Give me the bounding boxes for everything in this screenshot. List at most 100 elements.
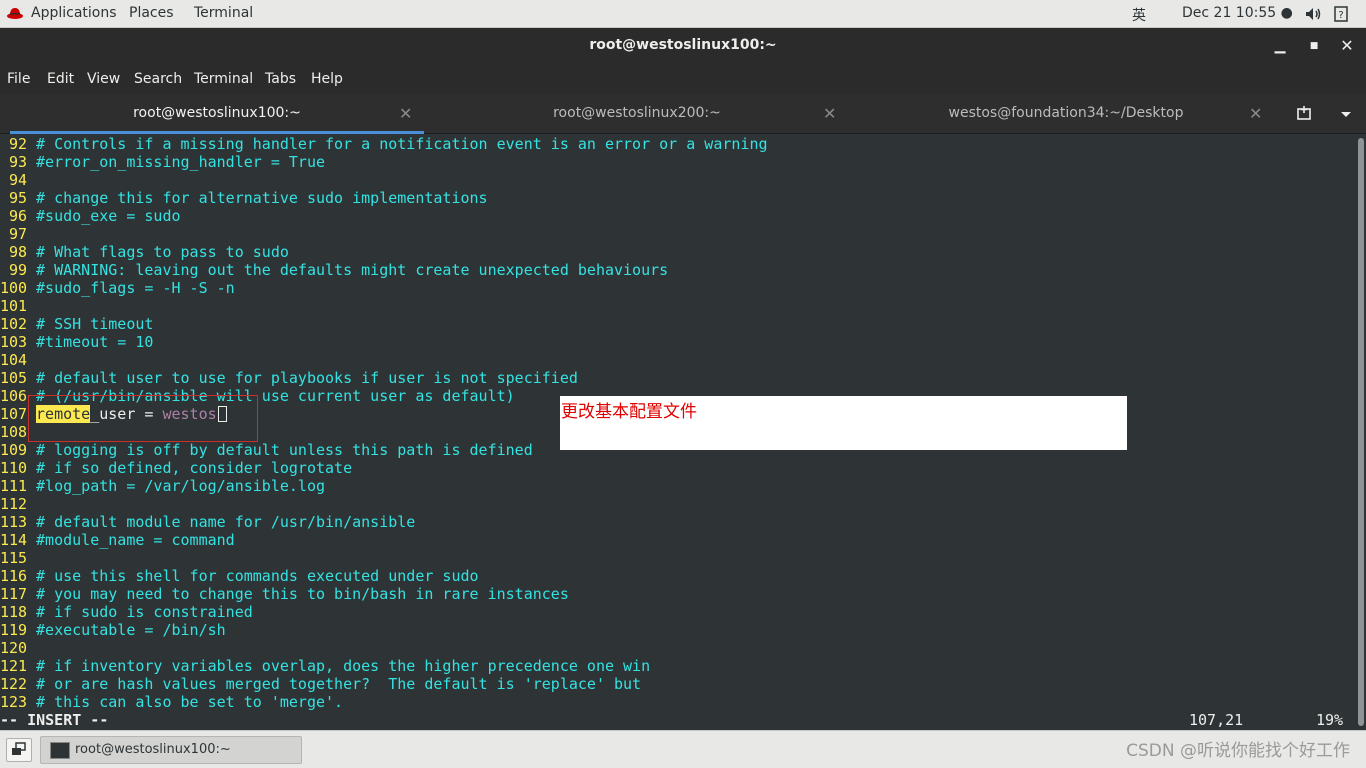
minimize-button[interactable]: ▁ — [1271, 37, 1289, 55]
tab-label: westos@foundation34:~/Desktop — [948, 105, 1184, 121]
menu-edit[interactable]: Edit — [47, 71, 74, 87]
clock[interactable]: Dec 21 10:55 ● — [1182, 5, 1293, 21]
line-number: 101 — [0, 297, 28, 315]
code-line: 111 #log_path = /var/log/ansible.log — [0, 477, 325, 495]
close-tab-icon[interactable]: ✕ — [823, 104, 836, 123]
scroll-percent: 19% — [1316, 711, 1344, 729]
code-line: 94 — [0, 171, 36, 189]
line-number: 96 — [8, 207, 27, 225]
places-menu[interactable]: Places — [129, 5, 174, 21]
line-text: # use this shell for commands executed u… — [36, 567, 479, 585]
code-line: 113 # default module name for /usr/bin/a… — [0, 513, 415, 531]
line-text: # change this for alternative sudo imple… — [36, 189, 488, 207]
line-text: # What flags to pass to sudo — [36, 243, 289, 261]
show-desktop-button[interactable] — [6, 738, 32, 762]
line-text: #error_on_missing_handler = True — [36, 153, 326, 171]
line-number: 116 — [0, 567, 28, 585]
code-line: 122 # or are hash values merged together… — [0, 675, 641, 693]
tab-bar: root@westoslinux100:~ ✕ root@westoslinux… — [0, 94, 1366, 134]
tab-westoslinux100[interactable]: root@westoslinux100:~ ✕ — [10, 94, 424, 134]
line-text: #log_path = /var/log/ansible.log — [36, 477, 326, 495]
code-line: 92 # Controls if a missing handler for a… — [0, 135, 768, 153]
code-line: 109 # logging is off by default unless t… — [0, 441, 533, 459]
tab-foundation34[interactable]: westos@foundation34:~/Desktop ✕ — [850, 94, 1282, 134]
line-number: 121 — [0, 657, 28, 675]
line-number: 122 — [0, 675, 28, 693]
taskbar-window-item[interactable]: root@westoslinux100:~ — [40, 736, 302, 764]
menubar: File Edit View Search Terminal Tabs Help — [0, 64, 1366, 94]
code-line: 120 — [0, 639, 36, 657]
scrollbar-thumb[interactable] — [1358, 138, 1364, 726]
new-tab-icon[interactable] — [1296, 106, 1314, 122]
code-line: 101 — [0, 297, 36, 315]
code-line: 116 # use this shell for commands execut… — [0, 567, 479, 585]
line-text: # Controls if a missing handler for a no… — [36, 135, 768, 153]
menu-help[interactable]: Help — [311, 71, 343, 87]
volume-icon[interactable] — [1305, 7, 1323, 21]
close-window-button[interactable]: ✕ — [1338, 37, 1356, 55]
line-number: 109 — [0, 441, 28, 459]
code-line: 103 #timeout = 10 — [0, 333, 153, 351]
code-line: 119 #executable = /bin/sh — [0, 621, 226, 639]
line-number: 98 — [8, 243, 27, 261]
line-number: 112 — [0, 495, 28, 513]
code-line: 104 — [0, 351, 36, 369]
vim-mode: -- INSERT -- — [0, 711, 109, 729]
menu-search[interactable]: Search — [134, 71, 182, 87]
tab-label: root@westoslinux200:~ — [553, 105, 721, 121]
annotation-note: 更改基本配置文件 — [560, 396, 1127, 450]
line-number: 103 — [0, 333, 28, 351]
line-text: #timeout = 10 — [36, 333, 154, 351]
terminal-icon — [50, 742, 70, 759]
show-desktop-icon — [12, 742, 26, 755]
line-text: # if sudo is constrained — [36, 603, 253, 621]
line-number: 104 — [0, 351, 28, 369]
code-line: 102 # SSH timeout — [0, 315, 153, 333]
line-number: 105 — [0, 369, 28, 387]
line-number: 107 — [0, 405, 28, 423]
tab-list-chevron-down-icon[interactable] — [1340, 111, 1352, 119]
scrollbar[interactable] — [1356, 134, 1366, 730]
line-text: # if inventory variables overlap, does t… — [36, 657, 651, 675]
code-line: 96 #sudo_exe = sudo — [0, 207, 181, 225]
menu-tabs[interactable]: Tabs — [265, 71, 296, 87]
annotation-text: 更改基本配置文件 — [561, 402, 697, 422]
line-text: # WARNING: leaving out the defaults migh… — [36, 261, 669, 279]
line-number: 95 — [8, 189, 27, 207]
line-number: 108 — [0, 423, 28, 441]
applications-menu[interactable]: Applications — [31, 5, 117, 21]
code-line: 99 # WARNING: leaving out the defaults m… — [0, 261, 668, 279]
close-tab-icon[interactable]: ✕ — [399, 104, 412, 123]
line-number: 100 — [0, 279, 28, 297]
maximize-button[interactable]: ■ — [1305, 37, 1323, 55]
terminal-app-menu[interactable]: Terminal — [194, 5, 253, 21]
redhat-logo-icon[interactable] — [7, 6, 23, 20]
line-number: 114 — [0, 531, 28, 549]
tab-westoslinux200[interactable]: root@westoslinux200:~ ✕ — [432, 94, 842, 134]
menu-file[interactable]: File — [7, 71, 30, 87]
code-line: 105 # default user to use for playbooks … — [0, 369, 578, 387]
code-line: 97 — [0, 225, 36, 243]
line-text: # you may need to change this to bin/bas… — [36, 585, 569, 603]
code-line: 123 # this can also be set to 'merge'. — [0, 693, 343, 711]
menu-view[interactable]: View — [87, 71, 120, 87]
line-number: 102 — [0, 315, 28, 333]
highlight-box — [28, 395, 258, 442]
line-number: 97 — [8, 225, 27, 243]
window-titlebar[interactable]: root@westoslinux100:~ ▁ ■ ✕ — [0, 28, 1366, 64]
input-method-indicator[interactable]: 英 — [1132, 5, 1146, 25]
line-number: 94 — [8, 171, 27, 189]
code-line: 114 #module_name = command — [0, 531, 235, 549]
line-text: #executable = /bin/sh — [36, 621, 226, 639]
power-icon[interactable]: ? — [1334, 6, 1348, 22]
line-text: # default user to use for playbooks if u… — [36, 369, 578, 387]
line-number: 106 — [0, 387, 28, 405]
code-line: 110 # if so defined, consider logrotate — [0, 459, 352, 477]
line-number: 99 — [8, 261, 27, 279]
line-number: 93 — [8, 153, 27, 171]
svg-text:?: ? — [1338, 10, 1343, 21]
line-number: 123 — [0, 693, 28, 711]
line-number: 92 — [8, 135, 27, 153]
close-tab-icon[interactable]: ✕ — [1249, 104, 1262, 123]
menu-terminal[interactable]: Terminal — [194, 71, 253, 87]
